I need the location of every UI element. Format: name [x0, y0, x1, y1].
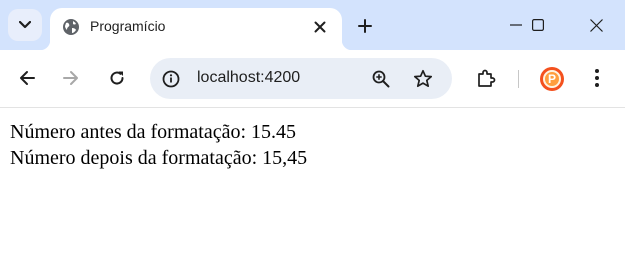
back-button[interactable] [11, 62, 43, 94]
new-tab-button[interactable] [352, 13, 378, 39]
star-icon [413, 69, 433, 88]
puzzle-icon [478, 69, 496, 87]
more-vertical-icon [595, 69, 599, 87]
browser-toolbar: localhost:4200 P [0, 50, 625, 108]
site-info-button[interactable] [158, 66, 184, 92]
maximize-button[interactable] [516, 8, 560, 42]
tab-search-button[interactable] [8, 9, 42, 41]
number-before-text: Número antes da formatação: 15.45 [10, 121, 297, 143]
page-content: Número antes da formatação: 15.45 Número… [0, 109, 625, 277]
chevron-down-icon [19, 21, 31, 29]
url-text[interactable]: localhost:4200 [197, 69, 300, 87]
number-after-text: Número depois da formatação: 15,45 [10, 147, 308, 169]
close-icon [589, 18, 603, 32]
plus-icon [358, 19, 372, 33]
menu-button[interactable] [581, 62, 613, 94]
tab-title: Programício [90, 18, 166, 34]
tab-close-button[interactable] [309, 16, 331, 38]
reload-button[interactable] [101, 62, 133, 94]
tab-active[interactable]: Programício [40, 8, 352, 50]
bookmark-button[interactable] [409, 65, 437, 93]
forward-button[interactable] [55, 62, 87, 94]
reload-icon [110, 71, 124, 85]
maximize-icon [532, 19, 544, 31]
profile-letter: P [543, 70, 561, 88]
globe-icon [63, 19, 79, 35]
profile-avatar[interactable]: P [540, 67, 564, 91]
zoom-in-icon [372, 70, 390, 88]
window-close-button[interactable] [574, 8, 618, 42]
arrow-right-icon [63, 71, 78, 85]
close-icon [314, 21, 326, 33]
extensions-button[interactable] [470, 62, 502, 94]
zoom-button[interactable] [368, 66, 394, 92]
address-bar[interactable]: localhost:4200 [150, 58, 452, 99]
tab-strip: Programício [0, 0, 625, 50]
arrow-left-icon [20, 71, 35, 85]
info-icon [162, 70, 180, 88]
toolbar-separator [518, 70, 519, 88]
